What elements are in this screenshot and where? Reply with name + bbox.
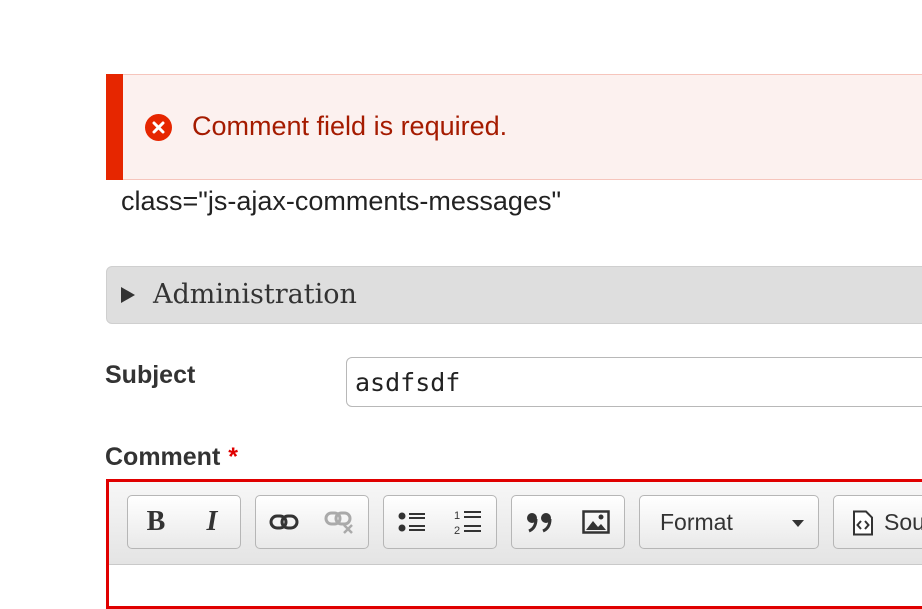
messages-class-note: class="js-ajax-comments-messages" xyxy=(121,186,562,216)
blockquote-icon xyxy=(527,513,552,533)
toolbar-group-lists: 1 2 xyxy=(383,495,497,549)
error-x-circle-icon xyxy=(145,114,172,141)
italic-icon: I xyxy=(206,506,218,537)
bold-icon: B xyxy=(146,506,166,537)
link-button[interactable] xyxy=(256,496,312,548)
blockquote-button[interactable] xyxy=(512,496,568,548)
toolbar-group-basic-styles: B I xyxy=(127,495,241,549)
numbered-list-icon: 1 2 xyxy=(454,510,481,536)
bulleted-list-button[interactable] xyxy=(384,496,440,548)
triangle-right-icon[interactable] xyxy=(121,287,135,303)
svg-text:1: 1 xyxy=(454,510,460,522)
unlink-button[interactable] xyxy=(312,496,368,548)
chevron-down-icon xyxy=(792,520,804,527)
required-marker: * xyxy=(228,443,239,471)
image-icon xyxy=(582,510,610,534)
error-message-text: Comment field is required. xyxy=(192,111,508,141)
comment-label: Comment * xyxy=(105,443,238,472)
image-button[interactable] xyxy=(568,496,624,548)
format-dropdown[interactable]: Format xyxy=(639,495,819,549)
source-button[interactable]: Sou xyxy=(833,495,922,549)
administration-summary-label[interactable]: Administration xyxy=(153,279,357,310)
svg-text:2: 2 xyxy=(454,525,460,536)
bold-button[interactable]: B xyxy=(128,496,184,548)
source-button-label: Sou xyxy=(884,509,922,535)
toolbar-group-blocks xyxy=(511,495,625,549)
toolbar-group-links xyxy=(255,495,369,549)
source-icon xyxy=(853,510,873,536)
bulleted-list-icon xyxy=(398,512,425,532)
format-dropdown-label: Format xyxy=(660,509,733,535)
numbered-list-button[interactable]: 1 2 xyxy=(440,496,496,548)
italic-button[interactable]: I xyxy=(184,496,240,548)
link-icon xyxy=(269,514,299,530)
comment-label-text: Comment xyxy=(105,443,221,471)
unlink-icon xyxy=(324,511,353,534)
error-message-accent-bar xyxy=(106,74,123,180)
subject-label: Subject xyxy=(105,361,196,389)
subject-input[interactable] xyxy=(346,357,922,407)
